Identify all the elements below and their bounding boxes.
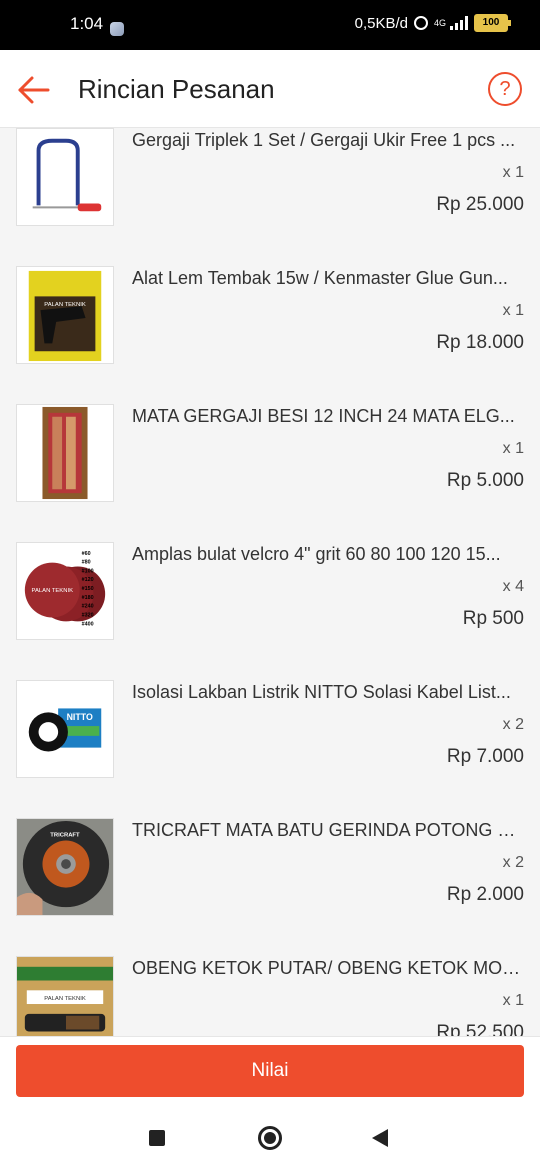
product-quantity: x 4 <box>502 578 524 595</box>
grit-label: #240 <box>82 604 94 610</box>
disc-brand: TRICRAFT <box>50 833 80 839</box>
list-item[interactable]: MATA GERGAJI BESI 12 INCH 24 MATA ELG...… <box>0 404 540 522</box>
signal-icon <box>450 16 468 30</box>
product-price: Rp 52.500 <box>436 1022 524 1036</box>
product-name: OBENG KETOK PUTAR/ OBENG KETOK MOD... <box>132 958 524 978</box>
grit-label: #80 <box>82 560 91 566</box>
product-name: Alat Lem Tembak 15w / Kenmaster Glue Gun… <box>132 268 508 288</box>
arrow-left-icon[interactable] <box>14 70 54 110</box>
list-item[interactable]: NITTO Isolasi Lakban Listrik NITTO Solas… <box>0 680 540 798</box>
network-speed: 0,5KB/d <box>354 14 408 32</box>
tape-brand: NITTO <box>67 712 93 722</box>
home-icon[interactable] <box>258 1126 282 1150</box>
page-title: Rincian Pesanan <box>78 74 275 104</box>
list-item[interactable]: PALAN TEKNIK Alat Lem Tembak 15w / Kenma… <box>0 266 540 384</box>
network-type: 4G <box>433 17 446 28</box>
notification-app-icon <box>110 22 124 36</box>
product-image: NITTO <box>16 680 114 778</box>
product-quantity: x 1 <box>502 164 524 181</box>
product-name: TRICRAFT MATA BATU GERINDA POTONG C... <box>132 820 524 840</box>
product-price: Rp 7.000 <box>446 746 524 767</box>
app-header: Rincian Pesanan ? <box>0 50 540 128</box>
product-image: PALAN TEKNIK <box>16 956 114 1036</box>
product-price: Rp 18.000 <box>436 332 524 353</box>
status-right: 0,5KB/d 4G 100 <box>354 14 511 32</box>
grit-label: #60 <box>82 551 91 557</box>
help-icon[interactable]: ? <box>488 72 522 106</box>
product-image <box>16 128 114 226</box>
rate-button[interactable]: Nilai <box>16 1045 524 1097</box>
product-price: Rp 25.000 <box>436 194 524 215</box>
list-item[interactable]: PALAN TEKNIK OBENG KETOK PUTAR/ OBENG KE… <box>0 956 540 1036</box>
glue-gun-brand: PALAN TEKNIK <box>44 302 86 308</box>
grit-label: #400 <box>82 621 94 627</box>
list-item[interactable]: PALAN TEKNIK #60 #80 #100 #120 #150 #180… <box>0 542 540 660</box>
product-name: MATA GERGAJI BESI 12 INCH 24 MATA ELG... <box>132 406 515 426</box>
grit-label: #180 <box>82 595 94 601</box>
battery-icon: 100 <box>474 14 511 32</box>
product-quantity: x 1 <box>502 440 524 457</box>
product-image: PALAN TEKNIK <box>16 266 114 364</box>
order-item-list[interactable]: Gergaji Triplek 1 Set / Gergaji Ukir Fre… <box>0 128 540 1036</box>
alarm-icon <box>413 16 428 30</box>
product-quantity: x 2 <box>502 716 524 733</box>
recents-icon[interactable] <box>149 1130 165 1146</box>
product-price: Rp 2.000 <box>446 884 524 905</box>
back-triangle-icon[interactable] <box>372 1129 388 1147</box>
grit-label: #120 <box>82 577 94 583</box>
product-price: Rp 500 <box>462 608 524 629</box>
bottom-action-bar: Nilai <box>0 1036 540 1109</box>
system-nav-bar <box>0 1108 540 1170</box>
product-name: Amplas bulat velcro 4" grit 60 80 100 12… <box>132 544 501 564</box>
product-price: Rp 5.000 <box>446 470 524 491</box>
product-image <box>16 404 114 502</box>
product-name: Gergaji Triplek 1 Set / Gergaji Ukir Fre… <box>132 130 516 150</box>
driver-brand: PALAN TEKNIK <box>44 996 86 1002</box>
product-name: Isolasi Lakban Listrik NITTO Solasi Kabe… <box>132 682 511 702</box>
list-item[interactable]: TRICRAFT TRICRAFT MATA BATU GERINDA POTO… <box>0 818 540 936</box>
product-image: PALAN TEKNIK #60 #80 #100 #120 #150 #180… <box>16 542 114 640</box>
list-item[interactable]: Gergaji Triplek 1 Set / Gergaji Ukir Fre… <box>0 128 540 246</box>
product-quantity: x 2 <box>502 854 524 871</box>
product-image: TRICRAFT <box>16 818 114 916</box>
product-quantity: x 1 <box>502 302 524 319</box>
grit-label: #320 <box>82 612 94 618</box>
grit-label: #100 <box>82 568 94 574</box>
grit-label: #150 <box>82 586 94 592</box>
product-quantity: x 1 <box>502 992 524 1009</box>
status-bar: 1:04 0,5KB/d 4G 100 <box>0 0 540 50</box>
status-time: 1:04 <box>70 14 104 33</box>
sanding-brand: PALAN TEKNIK <box>32 588 74 594</box>
